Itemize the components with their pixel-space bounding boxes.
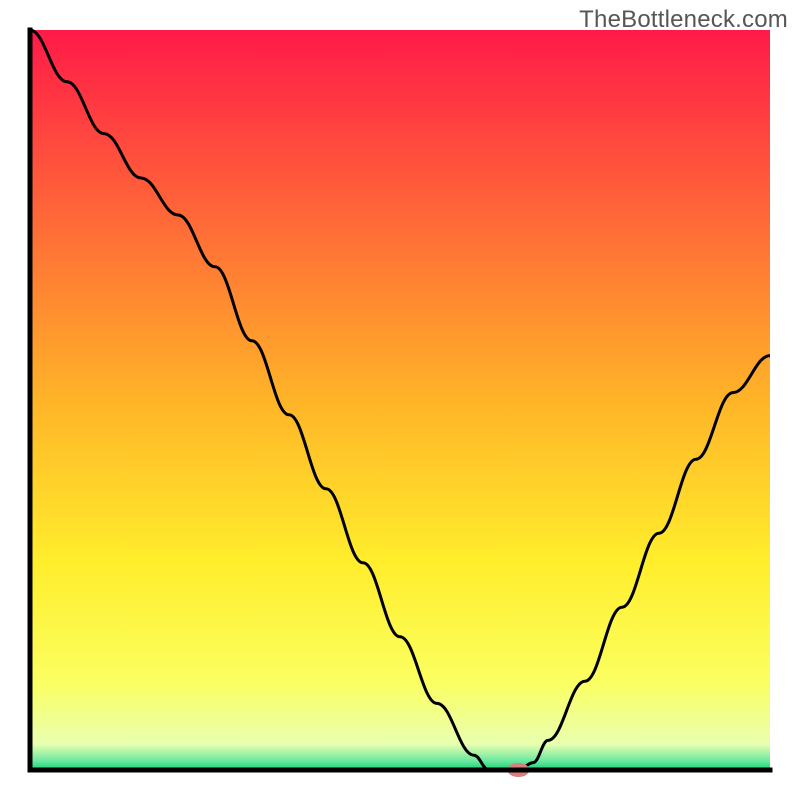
plot-background	[30, 30, 770, 770]
chart-svg	[0, 0, 800, 800]
chart-container: TheBottleneck.com	[0, 0, 800, 800]
watermark-text: TheBottleneck.com	[579, 6, 788, 34]
